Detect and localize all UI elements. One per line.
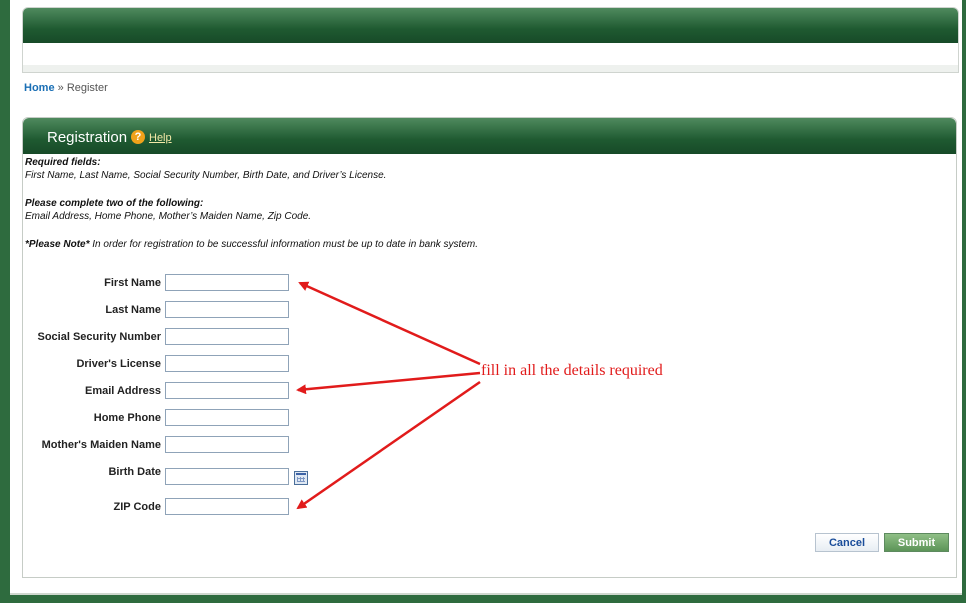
registration-panel: Registration ? Help Required fields: Fir… bbox=[22, 117, 957, 578]
left-border bbox=[0, 0, 10, 603]
zip-code-label: ZIP Code bbox=[113, 501, 161, 513]
drivers-license-input[interactable] bbox=[165, 355, 289, 372]
page-title: Registration bbox=[47, 129, 128, 146]
birth-date-label: Birth Date bbox=[108, 466, 161, 478]
last-name-input[interactable] bbox=[165, 301, 289, 318]
note-text: In order for registration to be successf… bbox=[89, 239, 479, 250]
required-fields-list: First Name, Last Name, Social Security N… bbox=[25, 170, 387, 181]
help-link[interactable]: Help bbox=[149, 132, 172, 144]
two-of-following-info: Please complete two of the following: Em… bbox=[25, 197, 311, 223]
email-input[interactable] bbox=[165, 382, 289, 399]
maiden-name-input[interactable] bbox=[165, 436, 289, 453]
home-phone-input[interactable] bbox=[165, 409, 289, 426]
last-name-label: Last Name bbox=[105, 304, 161, 316]
calendar-icon[interactable] bbox=[294, 471, 308, 485]
drivers-license-label: Driver's License bbox=[76, 358, 161, 370]
required-fields-info: Required fields: First Name, Last Name, … bbox=[25, 156, 386, 182]
two-of-following-heading: Please complete two of the following: bbox=[25, 198, 204, 209]
registration-header: Registration ? Help bbox=[23, 118, 956, 154]
breadcrumb-home-link[interactable]: Home bbox=[24, 82, 55, 94]
two-of-following-list: Email Address, Home Phone, Mother’s Maid… bbox=[25, 211, 312, 222]
ssn-label: Social Security Number bbox=[37, 331, 162, 343]
cancel-button[interactable]: Cancel bbox=[815, 533, 879, 552]
bottom-bar bbox=[10, 593, 962, 603]
breadcrumb-current: Register bbox=[66, 82, 108, 94]
top-banner-header bbox=[23, 8, 958, 43]
help-icon[interactable]: ? bbox=[131, 130, 145, 144]
email-label: Email Address bbox=[84, 385, 161, 397]
top-banner-footer bbox=[23, 65, 958, 72]
breadcrumb: Home » Register bbox=[24, 82, 108, 94]
first-name-input[interactable] bbox=[165, 274, 289, 291]
note-info: *Please Note* In order for registration … bbox=[25, 238, 478, 251]
annotation-text: fill in all the details required bbox=[481, 362, 663, 379]
first-name-label: First Name bbox=[104, 277, 161, 289]
right-border bbox=[962, 0, 966, 603]
note-label: *Please Note* bbox=[25, 239, 90, 250]
top-banner bbox=[22, 7, 959, 73]
birth-date-input[interactable] bbox=[165, 468, 289, 485]
ssn-input[interactable] bbox=[165, 328, 289, 345]
maiden-name-label: Mother's Maiden Name bbox=[41, 439, 161, 451]
breadcrumb-separator: » bbox=[57, 82, 64, 94]
submit-button[interactable]: Submit bbox=[884, 533, 949, 552]
zip-code-input[interactable] bbox=[165, 498, 289, 515]
required-fields-heading: Required fields: bbox=[25, 157, 101, 168]
home-phone-label: Home Phone bbox=[93, 412, 161, 424]
